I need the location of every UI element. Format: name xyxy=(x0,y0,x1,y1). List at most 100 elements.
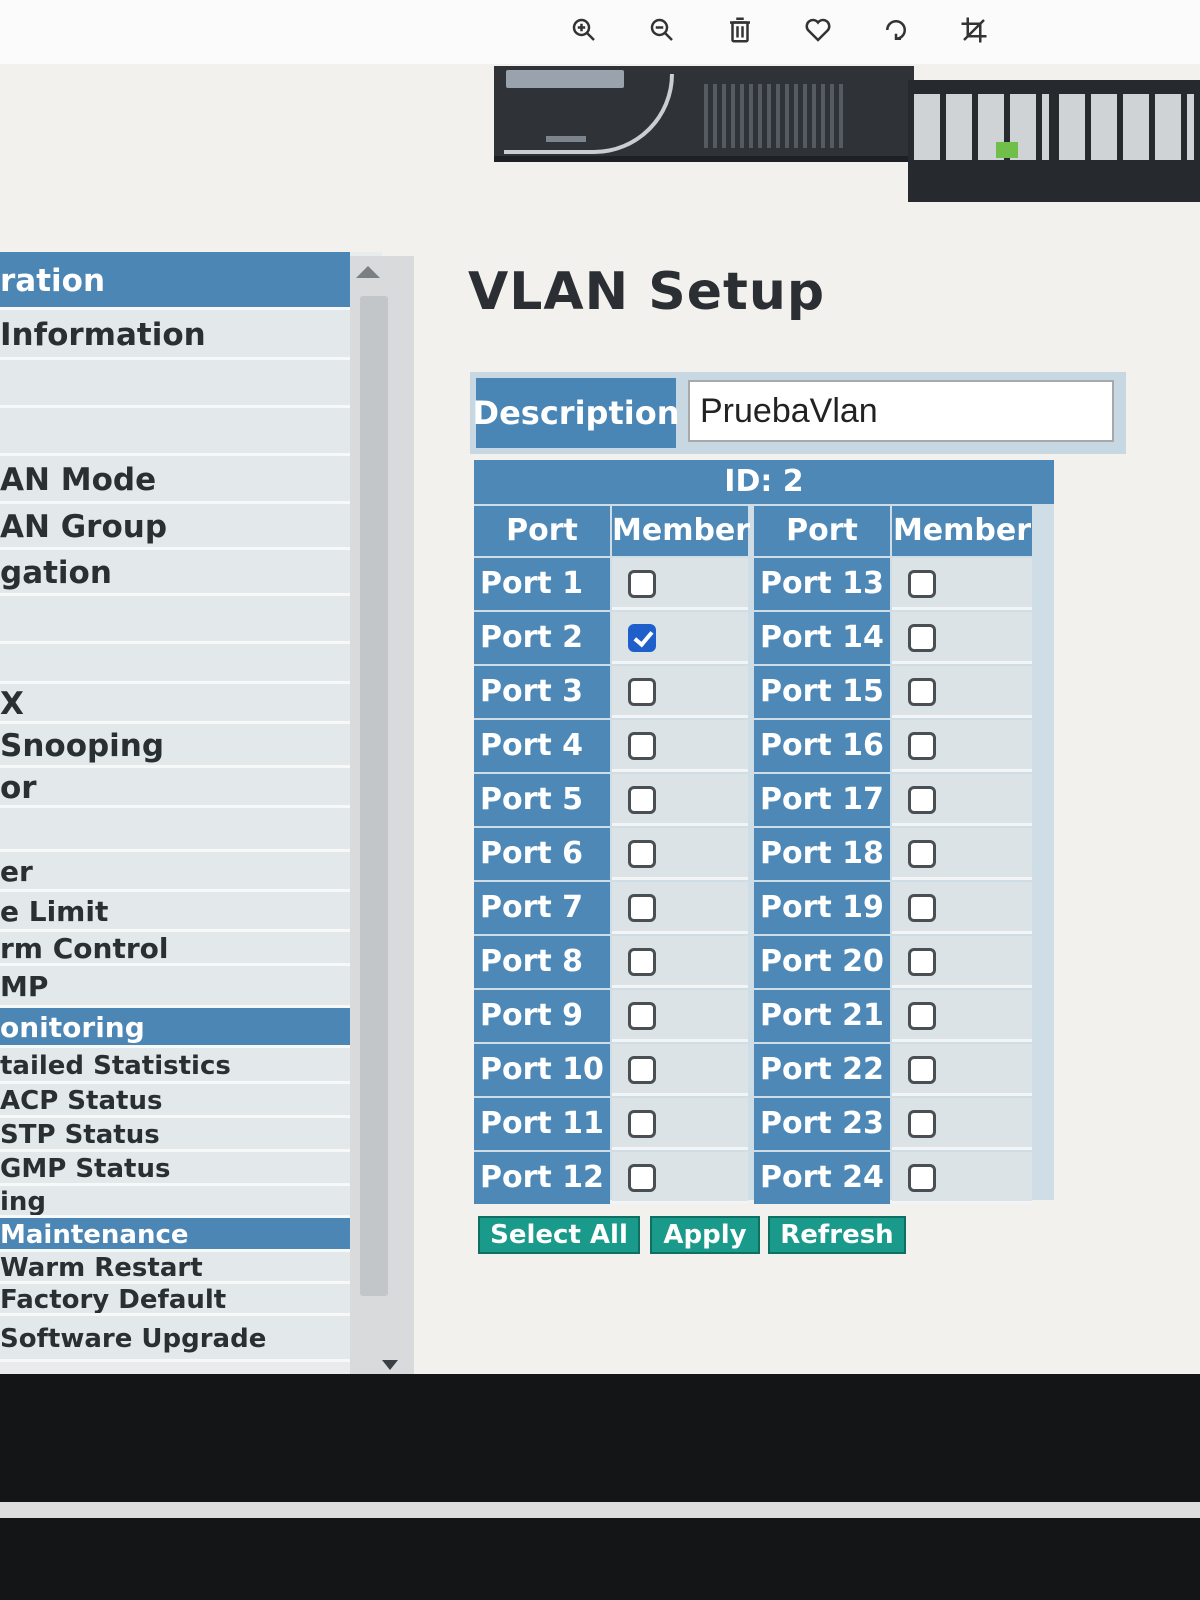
port-label: Port 23 xyxy=(754,1098,890,1150)
sidebar-item[interactable]: Information xyxy=(0,310,351,360)
port-label: Port 15 xyxy=(754,666,890,718)
member-checkbox[interactable] xyxy=(908,948,936,976)
sidebar-item[interactable] xyxy=(0,644,358,684)
zoom-out-icon[interactable] xyxy=(644,12,680,48)
port-label: Port 22 xyxy=(754,1044,890,1096)
description-input[interactable] xyxy=(688,380,1114,442)
member-cell xyxy=(612,666,748,718)
crop-icon[interactable] xyxy=(956,12,992,48)
column-header-member: Member xyxy=(892,506,1032,556)
sidebar-scrollbar[interactable] xyxy=(350,256,414,1378)
member-checkbox[interactable] xyxy=(908,1164,936,1192)
member-cell xyxy=(612,990,748,1042)
port-label: Port 11 xyxy=(474,1098,610,1150)
sidebar-item[interactable]: er xyxy=(0,852,363,892)
member-cell xyxy=(612,720,748,772)
member-checkbox[interactable] xyxy=(628,1002,656,1030)
vlan-member-table: ID: 2 Port Member Port Member Port 1 Port… xyxy=(474,460,1054,1204)
member-checkbox[interactable] xyxy=(908,1110,936,1138)
sidebar-menu: ration Information AN Mode AN Group gation X S… xyxy=(0,252,382,1374)
heart-icon[interactable] xyxy=(800,12,836,48)
sidebar-item[interactable]: Snooping xyxy=(0,724,360,768)
sidebar-item[interactable]: ing xyxy=(0,1186,372,1218)
port-label: Port 14 xyxy=(754,612,890,664)
member-checkbox[interactable] xyxy=(628,786,656,814)
scroll-down-arrow-icon[interactable] xyxy=(382,1360,398,1370)
scrollbar-thumb[interactable] xyxy=(360,296,388,1296)
select-all-button[interactable]: Select All xyxy=(478,1216,640,1254)
member-cell xyxy=(892,882,1032,934)
sidebar-item[interactable] xyxy=(0,808,362,852)
sidebar-item[interactable]: STP Status xyxy=(0,1118,370,1152)
member-cell xyxy=(612,1152,748,1204)
member-checkbox[interactable] xyxy=(908,732,936,760)
sidebar-item[interactable]: X xyxy=(0,684,359,724)
member-checkbox[interactable] xyxy=(628,1110,656,1138)
member-cell xyxy=(892,666,1032,718)
sidebar-item[interactable]: GMP Status xyxy=(0,1152,371,1186)
member-checkbox[interactable] xyxy=(628,894,656,922)
monitor-bezel xyxy=(0,1374,1200,1600)
rotate-icon[interactable] xyxy=(878,12,914,48)
member-checkbox[interactable] xyxy=(908,570,936,598)
sidebar-item[interactable]: tailed Statistics xyxy=(0,1048,368,1084)
port-label: Port 12 xyxy=(474,1152,610,1204)
port-label: Port 6 xyxy=(474,828,610,880)
port-label: Port 19 xyxy=(754,882,890,934)
sidebar-item[interactable]: rm Control xyxy=(0,932,365,966)
scroll-up-arrow-icon[interactable] xyxy=(356,266,380,278)
member-checkbox[interactable] xyxy=(908,678,936,706)
refresh-button[interactable]: Refresh xyxy=(768,1216,906,1254)
sidebar-section-header: onitoring xyxy=(0,1008,367,1048)
port-label: Port 24 xyxy=(754,1152,890,1204)
sidebar-item[interactable]: or xyxy=(0,768,361,808)
description-label: Description xyxy=(473,378,679,448)
member-cell xyxy=(612,1098,748,1150)
member-checkbox[interactable] xyxy=(908,624,936,652)
page-title: VLAN Setup xyxy=(468,262,826,322)
column-header-port: Port xyxy=(754,506,890,556)
member-checkbox[interactable] xyxy=(628,840,656,868)
sidebar-section-header: Maintenance xyxy=(0,1218,373,1252)
member-checkbox[interactable] xyxy=(628,1164,656,1192)
sidebar-item[interactable] xyxy=(0,596,357,644)
member-checkbox[interactable] xyxy=(908,786,936,814)
member-cell xyxy=(892,828,1032,880)
member-checkbox[interactable] xyxy=(628,570,656,598)
member-checkbox[interactable] xyxy=(628,624,656,652)
zoom-in-icon[interactable] xyxy=(566,12,602,48)
sidebar-item[interactable] xyxy=(0,360,352,408)
sidebar-item[interactable]: Factory Default xyxy=(0,1284,375,1316)
sidebar-item[interactable]: Warm Restart xyxy=(0,1252,374,1284)
port-label: Port 2 xyxy=(474,612,610,664)
sidebar-item[interactable]: MP xyxy=(0,966,366,1008)
port-label: Port 9 xyxy=(474,990,610,1042)
sidebar-item[interactable] xyxy=(0,408,353,456)
member-checkbox[interactable] xyxy=(908,1056,936,1084)
sidebar-item[interactable]: AN Group xyxy=(0,504,355,550)
sidebar-item[interactable]: e Limit xyxy=(0,892,364,932)
member-cell xyxy=(892,936,1032,988)
member-checkbox[interactable] xyxy=(628,1056,656,1084)
member-checkbox[interactable] xyxy=(628,678,656,706)
member-cell xyxy=(612,558,748,610)
sidebar-item[interactable]: gation xyxy=(0,550,356,596)
port-label: Port 13 xyxy=(754,558,890,610)
sidebar-item[interactable]: Software Upgrade xyxy=(0,1316,376,1362)
apply-button[interactable]: Apply xyxy=(650,1216,760,1254)
sidebar-item[interactable]: AN Mode xyxy=(0,456,354,504)
member-checkbox[interactable] xyxy=(908,840,936,868)
image-viewer-toolbar xyxy=(0,0,1200,64)
member-checkbox[interactable] xyxy=(628,948,656,976)
member-checkbox[interactable] xyxy=(908,894,936,922)
sidebar-item[interactable]: ACP Status xyxy=(0,1084,369,1118)
member-checkbox[interactable] xyxy=(908,1002,936,1030)
member-cell xyxy=(892,1152,1032,1204)
member-cell xyxy=(612,882,748,934)
trash-icon[interactable] xyxy=(722,12,758,48)
column-header-member: Member xyxy=(612,506,750,556)
port-label: Port 17 xyxy=(754,774,890,826)
description-row: Description xyxy=(470,372,1126,454)
member-checkbox[interactable] xyxy=(628,732,656,760)
member-cell xyxy=(612,774,748,826)
